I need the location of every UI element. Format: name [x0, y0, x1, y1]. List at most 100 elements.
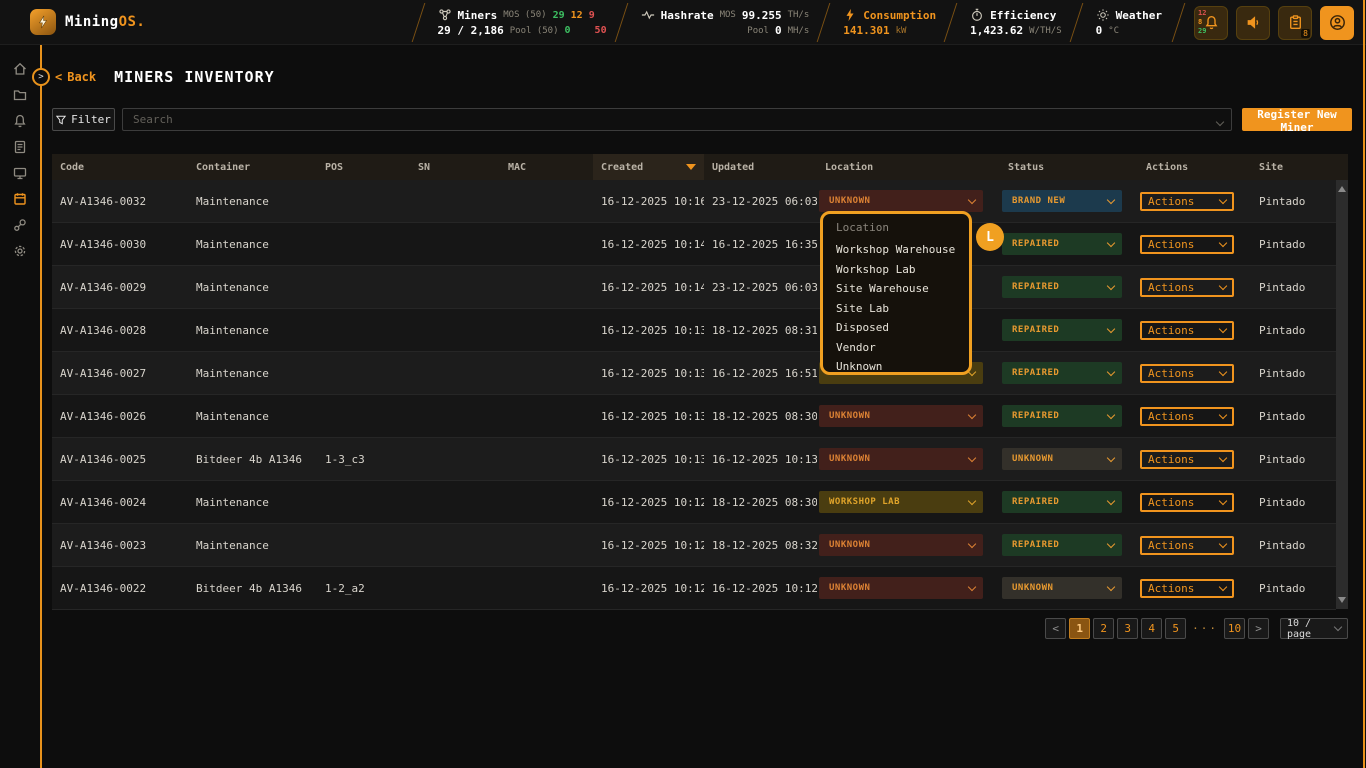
hashrate-icon	[641, 8, 655, 22]
miners-mos-green: 29	[553, 10, 565, 21]
cell-status: REPAIRED	[1000, 405, 1138, 427]
hashrate-mos-value: 99.255	[742, 9, 782, 22]
status-select[interactable]: REPAIRED	[1002, 362, 1122, 384]
cell-status: BRAND NEW	[1000, 190, 1138, 212]
table-scrollbar[interactable]	[1336, 180, 1348, 609]
sidebar-item-reports[interactable]	[12, 139, 28, 155]
sort-desc-icon[interactable]	[686, 164, 696, 170]
actions-select[interactable]: Actions	[1140, 235, 1234, 254]
page-button-4[interactable]: 4	[1141, 618, 1162, 639]
status-select[interactable]: UNKNOWN	[1002, 577, 1122, 599]
column-header-actions[interactable]: Actions	[1138, 154, 1251, 180]
scroll-down-icon[interactable]	[1338, 597, 1346, 603]
page-title: MINERS INVENTORY	[114, 68, 275, 86]
account-button[interactable]	[1320, 6, 1354, 40]
column-header-mac[interactable]: MAC	[500, 154, 593, 180]
search-chevron-icon[interactable]	[1217, 110, 1223, 129]
miners-icon	[438, 8, 452, 22]
cell-site: Pintado	[1251, 324, 1336, 337]
status-select[interactable]: REPAIRED	[1002, 276, 1122, 298]
location-option[interactable]: Site Lab	[836, 299, 969, 319]
location-select[interactable]: UNKNOWN	[819, 405, 983, 427]
brand-name: MiningOS.	[65, 14, 145, 30]
actions-select[interactable]: Actions	[1140, 192, 1234, 211]
status-select[interactable]: UNKNOWN	[1002, 448, 1122, 470]
column-header-location[interactable]: Location	[817, 154, 1000, 180]
actions-select[interactable]: Actions	[1140, 278, 1234, 297]
sidebar-item-monitor[interactable]	[12, 165, 28, 181]
filter-button[interactable]: Filter	[52, 108, 115, 131]
page-button-3[interactable]: 3	[1117, 618, 1138, 639]
scroll-up-icon[interactable]	[1338, 186, 1346, 192]
back-button[interactable]: < Back	[55, 70, 96, 84]
status-select[interactable]: BRAND NEW	[1002, 190, 1122, 212]
chevron-down-icon	[968, 410, 976, 418]
cell-status: REPAIRED	[1000, 319, 1138, 341]
location-select[interactable]: UNKNOWN	[819, 190, 983, 212]
notifications-button[interactable]: 12 8 29	[1194, 6, 1228, 40]
status-select[interactable]: REPAIRED	[1002, 405, 1122, 427]
column-header-site[interactable]: Site	[1251, 154, 1348, 180]
actions-select[interactable]: Actions	[1140, 450, 1234, 469]
location-select[interactable]: UNKNOWN	[819, 448, 983, 470]
status-select[interactable]: REPAIRED	[1002, 319, 1122, 341]
actions-select[interactable]: Actions	[1140, 536, 1234, 555]
tasks-button[interactable]: 8	[1278, 6, 1312, 40]
tasks-count-badge: 8	[1301, 29, 1310, 38]
sidebar-expand-button[interactable]: >	[32, 68, 50, 86]
column-header-updated[interactable]: Updated	[704, 154, 817, 180]
cell-updated: 16-12-2025 10:12	[704, 582, 817, 595]
status-select[interactable]: REPAIRED	[1002, 491, 1122, 513]
actions-select[interactable]: Actions	[1140, 321, 1234, 340]
column-header-code[interactable]: Code	[52, 154, 188, 180]
prev-page-button[interactable]: <	[1045, 618, 1066, 639]
cell-created: 16-12-2025 10:12	[593, 539, 704, 552]
page-button-10[interactable]: 10	[1224, 618, 1245, 639]
actions-select[interactable]: Actions	[1140, 407, 1234, 426]
location-option[interactable]: Site Warehouse	[836, 279, 969, 299]
page-size-select[interactable]: 10 / page	[1280, 618, 1348, 639]
cell-actions: Actions	[1138, 364, 1251, 383]
table-body: AV-A1346-0032Maintenance16-12-2025 10:16…	[52, 180, 1336, 610]
page-button-2[interactable]: 2	[1093, 618, 1114, 639]
sidebar-item-folders[interactable]	[12, 87, 28, 103]
sound-button[interactable]	[1236, 6, 1270, 40]
column-header-created[interactable]: Created	[593, 154, 704, 180]
status-select[interactable]: REPAIRED	[1002, 534, 1122, 556]
sidebar-item-alerts[interactable]	[12, 113, 28, 129]
filter-funnel-icon	[56, 115, 66, 125]
actions-select[interactable]: Actions	[1140, 493, 1234, 512]
actions-select[interactable]: Actions	[1140, 579, 1234, 598]
location-select[interactable]: WORKSHOP LAB	[819, 491, 983, 513]
location-option[interactable]: Disposed	[836, 318, 969, 338]
location-select[interactable]: UNKNOWN	[819, 534, 983, 556]
sidebar-item-settings[interactable]	[12, 243, 28, 259]
location-option[interactable]: Vendor	[836, 338, 969, 358]
location-option[interactable]: Unknown	[836, 357, 969, 375]
actions-select[interactable]: Actions	[1140, 364, 1234, 383]
miners-pool-sub: Pool (50)	[510, 26, 559, 36]
actions-label: Actions	[1148, 539, 1194, 552]
location-option[interactable]: Workshop Warehouse	[836, 240, 969, 260]
column-header-sn[interactable]: SN	[410, 154, 500, 180]
status-select[interactable]: REPAIRED	[1002, 233, 1122, 255]
page-button-1[interactable]: 1	[1069, 618, 1090, 639]
location-option[interactable]: Workshop Lab	[836, 260, 969, 280]
cell-container: Maintenance	[188, 367, 317, 380]
table-row: AV-A1346-0029Maintenance16-12-2025 10:14…	[52, 266, 1336, 309]
sidebar-item-tools[interactable]	[12, 217, 28, 233]
column-header-pos[interactable]: POS	[317, 154, 410, 180]
hashrate-pool-unit: MH/s	[788, 26, 810, 36]
column-header-container[interactable]: Container	[188, 154, 317, 180]
next-page-button[interactable]: >	[1248, 618, 1269, 639]
account-icon	[1329, 14, 1346, 31]
search-input[interactable]	[123, 113, 1217, 126]
actions-label: Actions	[1148, 281, 1194, 294]
hashrate-pool-sub: Pool	[747, 26, 769, 36]
column-header-status[interactable]: Status	[1000, 154, 1138, 180]
sidebar-item-home[interactable]	[12, 61, 28, 77]
sidebar-item-inventory-active[interactable]	[12, 191, 28, 207]
location-select[interactable]: UNKNOWN	[819, 577, 983, 599]
register-new-miner-button[interactable]: Register New Miner	[1242, 108, 1352, 131]
page-button-5[interactable]: 5	[1165, 618, 1186, 639]
